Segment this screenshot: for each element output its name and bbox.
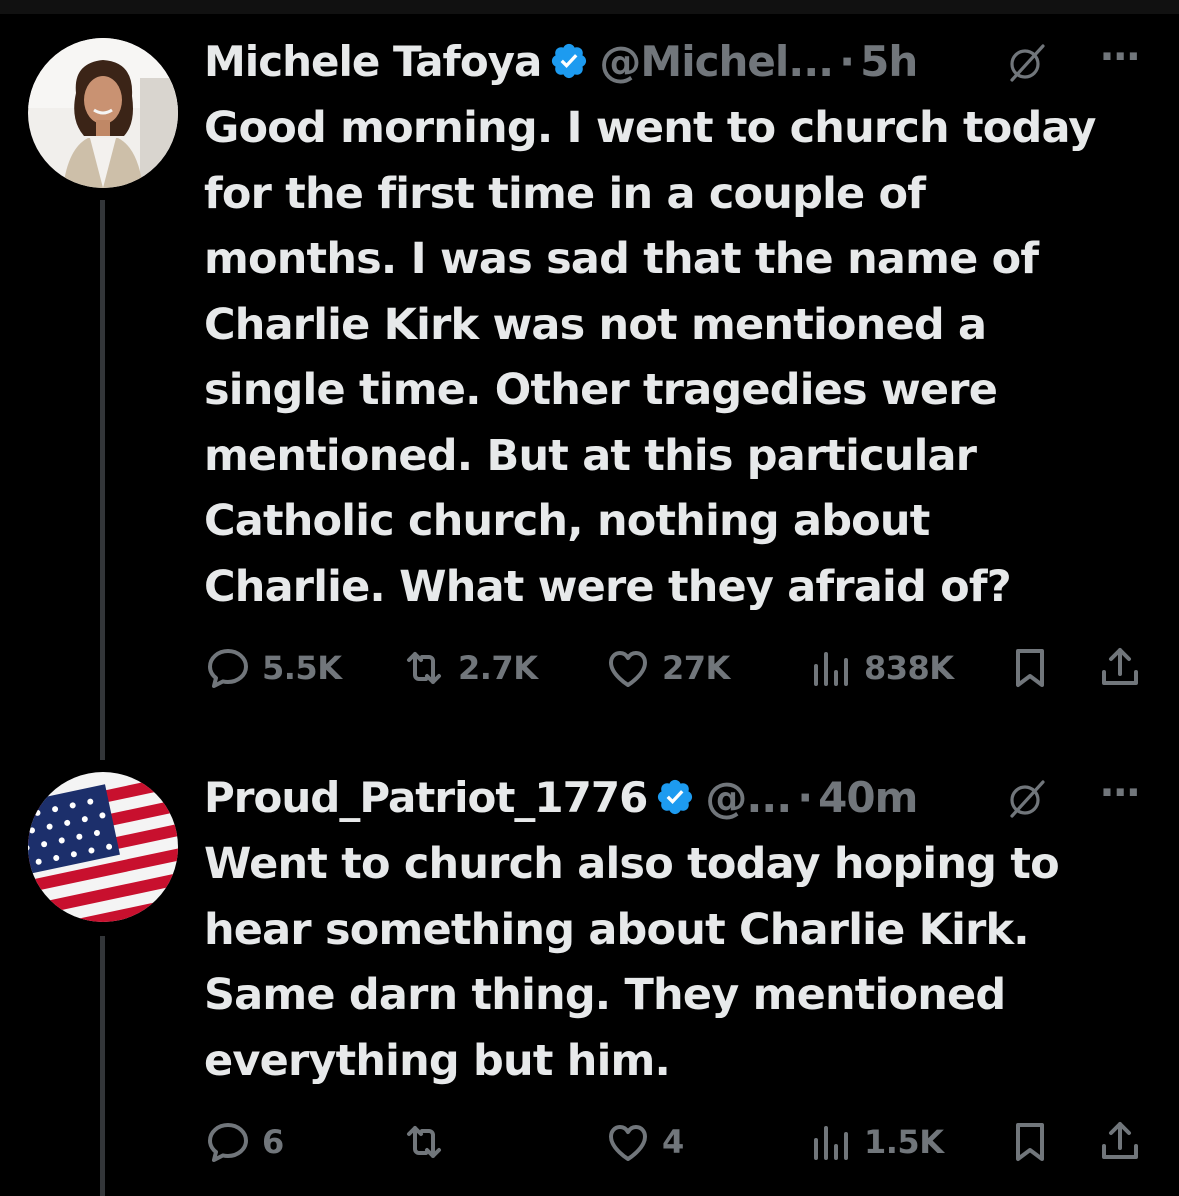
- views-count: 1.5K: [864, 1123, 944, 1161]
- tweet-text: Good morning. I went to church today for…: [204, 103, 1096, 612]
- like-count: 4: [662, 1123, 684, 1161]
- verified-badge-icon: [655, 777, 695, 817]
- timestamp[interactable]: 5h: [860, 37, 918, 86]
- like-icon: [609, 1125, 647, 1161]
- share-button[interactable]: [1096, 1118, 1144, 1166]
- avatar-michele-tafoya[interactable]: [28, 38, 178, 188]
- repost-button[interactable]: [400, 1118, 458, 1166]
- like-count: 27K: [662, 649, 730, 687]
- views-button[interactable]: 1.5K: [806, 1118, 944, 1166]
- share-button[interactable]: [1096, 644, 1144, 692]
- repost-count: 2.7K: [458, 649, 538, 687]
- repost-icon: [407, 1126, 441, 1158]
- reply-count: 5.5K: [262, 649, 342, 687]
- like-button[interactable]: 4: [604, 1118, 684, 1166]
- views-button[interactable]: 838K: [806, 644, 954, 692]
- views-count: 838K: [864, 649, 954, 687]
- like-button[interactable]: 27K: [604, 644, 730, 692]
- reply-count: 6: [262, 1123, 284, 1161]
- like-icon: [609, 651, 647, 687]
- tweet-main[interactable]: Michele Tafoya @Michel... · 5h ··· Good …: [0, 0, 1179, 760]
- share-icon: [1102, 648, 1138, 685]
- user-handle[interactable]: @Michel...: [599, 37, 834, 86]
- user-handle[interactable]: @...: [705, 773, 792, 822]
- tweet-header: Proud_Patriot_1776 @... · 40m ···: [204, 770, 1159, 824]
- views-icon: [814, 652, 848, 686]
- reply-icon: [208, 649, 248, 688]
- action-bar: 6 4 1.5K: [200, 1112, 1149, 1172]
- reply-button[interactable]: 6: [204, 1118, 284, 1166]
- more-icon[interactable]: ···: [1099, 34, 1141, 80]
- bookmark-button[interactable]: [1006, 1118, 1054, 1166]
- reply-icon: [208, 1123, 248, 1162]
- avatar-proud-patriot[interactable]: [28, 772, 178, 922]
- grok-icon[interactable]: [1005, 40, 1049, 84]
- views-icon: [814, 1126, 848, 1160]
- repost-button[interactable]: 2.7K: [400, 644, 538, 692]
- display-name[interactable]: Michele Tafoya: [204, 37, 542, 86]
- timestamp[interactable]: 40m: [818, 773, 918, 822]
- repost-icon: [407, 652, 441, 684]
- tweet-header: Michele Tafoya @Michel... · 5h ···: [204, 34, 1159, 88]
- tweet-text: Went to church also today hoping to hear…: [204, 839, 1060, 1086]
- action-bar: 5.5K 2.7K 27K 838K: [200, 638, 1149, 698]
- bookmark-icon: [1016, 1123, 1044, 1161]
- thread-connector-line: [100, 936, 105, 1196]
- separator-dot: ·: [797, 772, 813, 822]
- display-name[interactable]: Proud_Patriot_1776: [204, 773, 648, 822]
- bookmark-icon: [1016, 649, 1044, 687]
- separator-dot: ·: [839, 36, 855, 86]
- thread-connector-line: [100, 200, 105, 760]
- more-icon[interactable]: ···: [1099, 770, 1141, 816]
- bookmark-button[interactable]: [1006, 644, 1054, 692]
- share-icon: [1102, 1122, 1138, 1159]
- grok-icon[interactable]: [1005, 776, 1049, 820]
- reply-button[interactable]: 5.5K: [204, 644, 342, 692]
- tweet-reply[interactable]: Proud_Patriot_1776 @... · 40m ··· Went t…: [0, 740, 1179, 1196]
- verified-badge-icon: [549, 41, 589, 81]
